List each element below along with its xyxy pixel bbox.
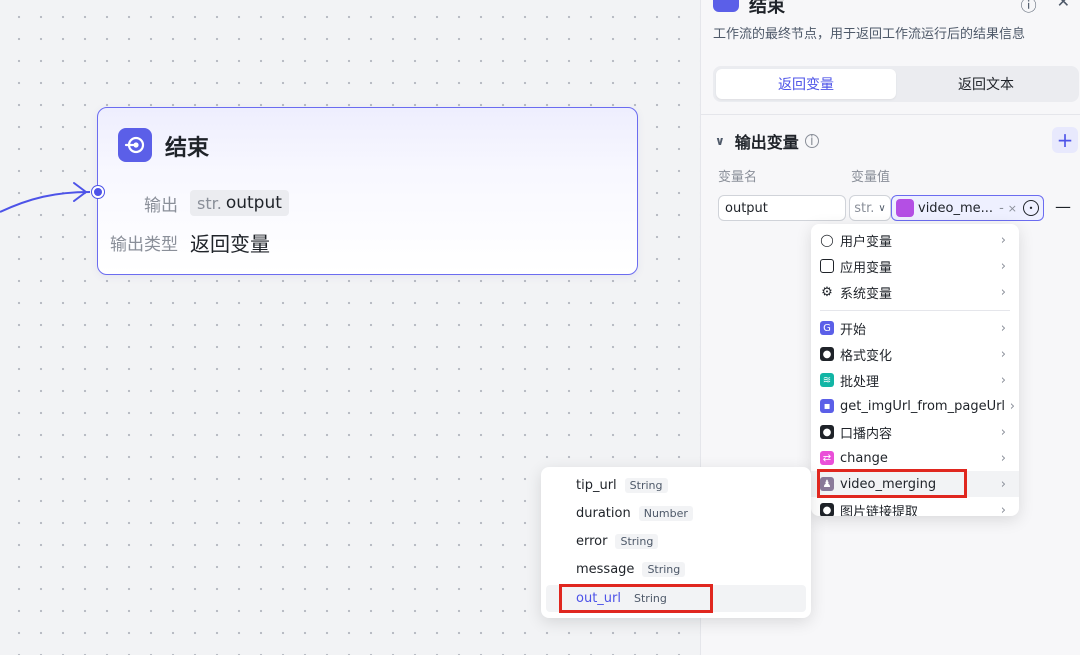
output-option-error[interactable]: error String xyxy=(546,528,806,555)
chevron-right-icon: › xyxy=(1000,346,1006,362)
output-option-name: message xyxy=(576,562,635,577)
menu-item-label: get_imgUrl_from_pageUrl xyxy=(840,398,1006,414)
reference-text: video_me... xyxy=(918,200,994,216)
node-title: 结束 xyxy=(165,136,210,161)
reference-separator: - xyxy=(999,200,1004,216)
node-output-label: 输出 xyxy=(144,195,178,216)
menu-item-label: 批处理 xyxy=(840,374,880,390)
chevron-right-icon: › xyxy=(1000,424,1006,440)
end-node-icon xyxy=(118,128,152,162)
plugin-icon: ● xyxy=(820,347,834,361)
variable-reference-pill[interactable]: video_me... - × • xyxy=(891,195,1044,221)
info-icon[interactable]: i xyxy=(804,134,819,149)
variable-name-input[interactable]: output xyxy=(718,195,846,221)
panel-node-icon xyxy=(713,0,739,12)
video-merging-node-icon xyxy=(896,199,914,217)
panel-description: 工作流的最终节点，用于返回工作流运行后的结果信息 xyxy=(713,27,1026,42)
chevron-down-icon[interactable]: ∨ xyxy=(715,134,725,148)
panel-actions: ⓘ ✕ xyxy=(1021,0,1070,16)
start-icon: G xyxy=(820,321,834,335)
tab-return-text[interactable]: 返回文本 xyxy=(896,69,1076,99)
chevron-right-icon: › xyxy=(1000,232,1006,248)
add-variable-button[interactable]: + xyxy=(1052,127,1078,153)
node-output-row: 输出 str. output xyxy=(98,190,289,216)
menu-item-change[interactable]: ⇄ change › xyxy=(811,445,1019,471)
chevron-right-icon: › xyxy=(1000,450,1006,466)
menu-item-spoken-content[interactable]: ● 口播内容 › xyxy=(811,419,1019,445)
chevron-right-icon: › xyxy=(1000,258,1006,274)
node-type-label: 输出类型 xyxy=(110,235,178,255)
menu-item-start[interactable]: G 开始 › xyxy=(811,315,1019,341)
end-node[interactable]: 结束 输出 str. output 输出类型 返回变量 xyxy=(92,107,638,275)
output-option-duration[interactable]: duration Number xyxy=(546,500,806,527)
chevron-right-icon: › xyxy=(1000,502,1006,517)
tab-return-variable[interactable]: 返回变量 xyxy=(716,69,896,99)
output-option-type: String xyxy=(624,478,668,493)
output-mode-tabs: 返回变量 返回文本 xyxy=(713,66,1079,102)
output-option-type: String xyxy=(642,562,686,577)
menu-item-label: 格式变化 xyxy=(840,348,893,364)
menu-item-system-variables[interactable]: ⚙ 系统变量 › xyxy=(811,279,1019,305)
plugin-icon: ● xyxy=(820,425,834,439)
menu-item-label: 口播内容 xyxy=(840,426,893,442)
chevron-right-icon: › xyxy=(1000,284,1006,300)
variable-picker-icon[interactable]: • xyxy=(1023,200,1039,216)
panel-divider xyxy=(701,114,1080,115)
menu-item-label: 应用变量 xyxy=(840,260,893,276)
col-variable-name: 变量名 xyxy=(718,170,758,185)
square-icon xyxy=(820,259,834,273)
menu-item-get-imgurl[interactable]: ▪ get_imgUrl_from_pageUrl › xyxy=(811,393,1019,419)
node-type-value: 返回变量 xyxy=(190,232,270,256)
menu-item-label: 系统变量 xyxy=(840,286,893,302)
menu-divider xyxy=(820,310,1010,311)
menu-item-label: 用户变量 xyxy=(840,234,893,250)
output-name: output xyxy=(225,193,282,213)
output-option-type: Number xyxy=(638,506,693,521)
panel-title: 结束 xyxy=(749,0,785,17)
gear-icon: ⚙ xyxy=(821,284,833,300)
chevron-down-icon: ∨ xyxy=(878,202,886,214)
plugin-icon: ● xyxy=(820,503,834,516)
node-type-row: 输出类型 返回变量 xyxy=(98,228,270,257)
menu-item-app-variables[interactable]: 应用变量 › xyxy=(811,253,1019,279)
highlight-box-out-url xyxy=(559,584,713,613)
user-icon: ◯ xyxy=(820,233,834,247)
remove-variable-icon[interactable]: — xyxy=(1055,197,1071,216)
output-option-type: String xyxy=(615,534,659,549)
output-option-name: duration xyxy=(576,506,631,521)
str-prefix: str. xyxy=(197,193,222,213)
menu-item-user-variables[interactable]: ◯ 用户变量 › xyxy=(811,227,1019,253)
menu-item-label: change xyxy=(840,450,888,466)
type-value: str. xyxy=(854,200,875,216)
menu-item-image-link-extract[interactable]: ● 图片链接提取 › xyxy=(811,497,1019,516)
col-variable-value: 变量值 xyxy=(851,170,891,185)
menu-item-label: 开始 xyxy=(840,322,867,338)
chevron-right-icon: › xyxy=(1000,320,1006,336)
highlight-box-video-merging xyxy=(817,469,967,498)
output-option-message[interactable]: message String xyxy=(546,556,806,583)
menu-item-label: 图片链接提取 xyxy=(840,504,919,517)
output-option-name: error xyxy=(576,534,608,549)
close-icon[interactable]: ✕ xyxy=(1057,0,1070,16)
change-icon: ⇄ xyxy=(820,451,834,465)
node-output-tag: str. output xyxy=(190,190,289,216)
chevron-right-icon: › xyxy=(1000,372,1006,388)
chevron-right-icon: › xyxy=(1000,476,1006,492)
menu-item-format-change[interactable]: ● 格式变化 › xyxy=(811,341,1019,367)
output-option-name: tip_url xyxy=(576,478,617,493)
section-title: 输出变量 xyxy=(734,133,799,152)
menu-item-batch[interactable]: ≋ 批处理 › xyxy=(811,367,1019,393)
info-icon[interactable]: ⓘ xyxy=(1021,0,1037,16)
output-variables-header[interactable]: ∨ 输出变量 i xyxy=(715,129,819,153)
clear-icon[interactable]: × xyxy=(1008,202,1017,215)
chevron-right-icon: › xyxy=(1009,398,1015,414)
variable-type-select[interactable]: str. ∨ xyxy=(849,195,891,221)
code-icon: ▪ xyxy=(820,399,834,413)
output-option-tip-url[interactable]: tip_url String xyxy=(546,472,806,499)
batch-icon: ≋ xyxy=(820,373,834,387)
